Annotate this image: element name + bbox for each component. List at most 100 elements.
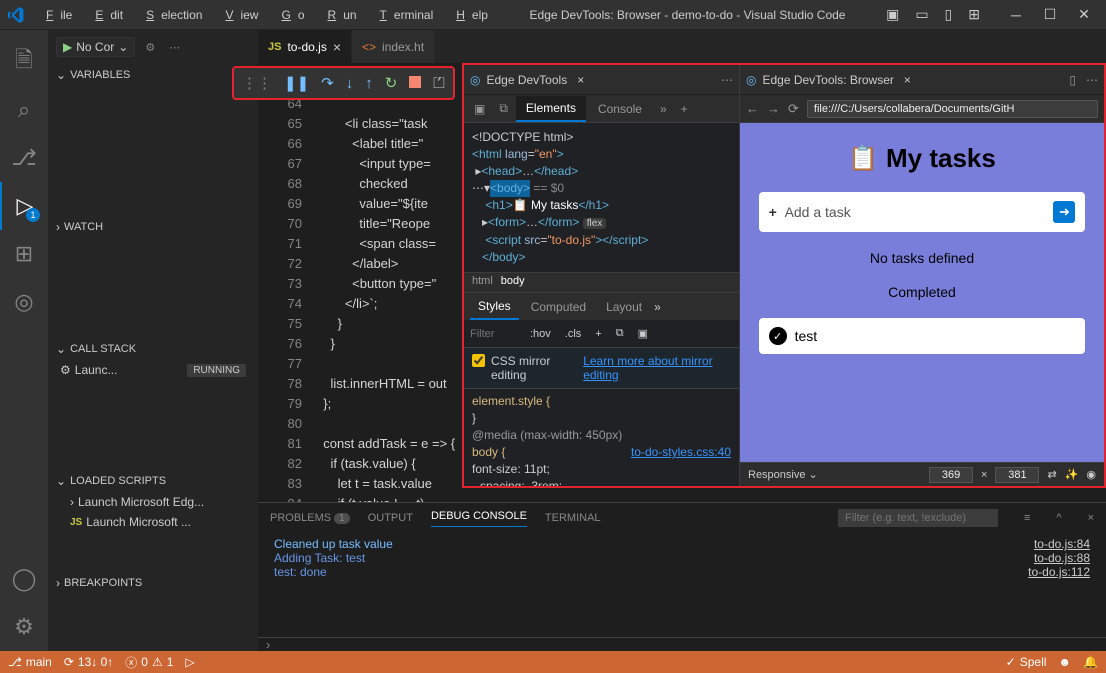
window-maximize[interactable]: ☐ — [1036, 2, 1064, 27]
url-bar[interactable] — [807, 100, 1098, 118]
pause-button[interactable]: ❚❚ — [282, 72, 311, 94]
branch-indicator[interactable]: ⎇ main — [8, 655, 52, 669]
menu-view[interactable]: View — [211, 4, 265, 26]
menu-selection[interactable]: Selection — [132, 4, 209, 26]
step-over-button[interactable]: ↷ — [319, 72, 336, 94]
add-tab-icon[interactable]: + — [675, 98, 694, 120]
mirror-learn-link[interactable]: Learn more about mirror editing — [583, 354, 731, 382]
source-link[interactable]: to-do.js:88 — [1028, 551, 1090, 565]
styles-filter-input[interactable] — [470, 328, 520, 340]
watch-header[interactable]: Watch — [48, 216, 258, 238]
console-filter-input[interactable] — [838, 509, 998, 527]
task-item[interactable]: ✓ test — [759, 318, 1086, 354]
menu-file[interactable]: File — [32, 4, 79, 26]
restart-button[interactable]: ↻ — [383, 72, 400, 94]
more-tabs-icon[interactable]: » — [654, 98, 673, 120]
rotate-icon[interactable]: ⇄ — [1047, 468, 1056, 481]
activity-scm[interactable]: ⎇ — [0, 134, 48, 182]
disconnect-button[interactable]: ⏍ — [431, 73, 446, 94]
close-icon[interactable]: × — [904, 73, 911, 87]
layout-toggle-3[interactable]: ▯ — [939, 2, 959, 27]
split-icon[interactable]: ▯ — [1069, 73, 1076, 87]
bell-icon[interactable]: 🔔 — [1083, 655, 1098, 669]
activity-search[interactable]: ⌕ — [0, 86, 48, 134]
activity-debug[interactable]: ▷1 — [0, 182, 48, 230]
loaded-script-2[interactable]: JS Launch Microsoft ... — [48, 512, 258, 532]
new-rule-icon[interactable]: + — [591, 326, 605, 342]
source-link[interactable]: to-do.js:84 — [1028, 537, 1090, 551]
menu-edit[interactable]: Edit — [81, 4, 130, 26]
variables-header[interactable]: Variables — [48, 64, 258, 86]
eye-icon[interactable]: ◉ — [1086, 468, 1096, 481]
menu-go[interactable]: Go — [267, 4, 311, 26]
more-icon[interactable]: ⋯ — [1086, 73, 1098, 87]
callstack-header[interactable]: Call Stack — [48, 338, 258, 360]
tab-computed[interactable]: Computed — [523, 295, 594, 319]
menu-terminal[interactable]: Terminal — [366, 4, 441, 26]
tab-console[interactable]: Console — [588, 97, 652, 121]
submit-task-button[interactable]: ➜ — [1053, 201, 1075, 223]
viewport-width[interactable] — [929, 467, 973, 483]
styles-rules[interactable]: element.style { } @media (max-width: 450… — [464, 389, 739, 486]
magic-icon[interactable]: ✨ — [1065, 468, 1079, 481]
tab-index-html[interactable]: <> index.ht — [352, 30, 435, 63]
close-icon[interactable]: × — [333, 39, 341, 55]
flexbox-icon[interactable]: ⧉ — [612, 325, 628, 342]
hov-toggle[interactable]: :hov — [526, 326, 555, 342]
tab-terminal[interactable]: TERMINAL — [545, 512, 601, 524]
close-icon[interactable]: × — [1088, 512, 1094, 524]
feedback-icon[interactable]: ☻ — [1058, 655, 1071, 669]
dom-tree[interactable]: <!DOCTYPE html> <html lang="en"> ▸<head>… — [464, 123, 739, 272]
nav-fwd[interactable]: → — [767, 101, 780, 116]
tab-layout[interactable]: Layout — [598, 295, 650, 319]
responsive-selector[interactable]: Responsive ⌄ — [748, 468, 818, 481]
source-link[interactable]: to-do.js:112 — [1028, 565, 1090, 579]
expand-icon[interactable]: ^ — [1056, 512, 1061, 524]
layout-toggle-1[interactable]: ▣ — [880, 2, 905, 27]
more-icon[interactable]: » — [654, 300, 661, 314]
cls-toggle[interactable]: .cls — [561, 326, 586, 342]
horizontal-scroll[interactable]: › — [258, 637, 1106, 651]
loaded-script-1[interactable]: › Launch Microsoft Edg... — [48, 492, 258, 512]
more-icon[interactable]: ⋯ — [721, 73, 733, 87]
more-icon[interactable]: ⋯ — [165, 39, 184, 56]
layout-toggle-2[interactable]: ▭ — [909, 2, 934, 27]
debug-status-icon[interactable]: ▷ — [185, 655, 194, 669]
activity-explorer[interactable]: 🗎 — [0, 38, 48, 86]
run-config-selector[interactable]: ▶ No Cor ⌄ — [56, 37, 135, 57]
nav-reload[interactable]: ⟳ — [788, 101, 799, 117]
tab-elements[interactable]: Elements — [516, 96, 586, 122]
nav-back[interactable]: ← — [746, 101, 759, 116]
inspect-icon[interactable]: ▣ — [468, 98, 491, 120]
step-out-button[interactable]: ↑ — [363, 73, 375, 94]
tab-output[interactable]: OUTPUT — [368, 512, 413, 524]
tab-problems[interactable]: PROBLEMS1 — [270, 512, 350, 524]
problems-indicator[interactable]: ⓧ 0 ⚠ 1 — [125, 654, 173, 671]
tab-todo-js[interactable]: JS to-do.js × — [258, 30, 352, 63]
activity-extensions[interactable]: ⊞ — [0, 230, 48, 278]
check-icon[interactable]: ✓ — [769, 327, 787, 345]
viewport-height[interactable] — [995, 467, 1039, 483]
window-close[interactable]: ✕ — [1070, 2, 1098, 27]
tab-debug-console[interactable]: DEBUG CONSOLE — [431, 510, 527, 527]
spell-indicator[interactable]: ✓ Spell — [1006, 655, 1047, 669]
activity-settings[interactable]: ⚙ — [0, 603, 48, 651]
callstack-item[interactable]: ⚙ Launc... RUNNING — [48, 360, 258, 380]
close-icon[interactable]: × — [577, 73, 584, 87]
loaded-scripts-header[interactable]: Loaded Scripts — [48, 470, 258, 492]
menu-run[interactable]: Run — [314, 4, 364, 26]
activity-account[interactable]: ◯ — [0, 555, 48, 603]
step-into-button[interactable]: ↓ — [344, 73, 356, 94]
stop-button[interactable] — [407, 73, 423, 94]
add-task-input[interactable]: + Add a task ➜ — [759, 192, 1086, 232]
mirror-checkbox[interactable] — [472, 354, 485, 367]
grip-icon[interactable]: ⋮⋮ — [240, 72, 274, 94]
menu-help[interactable]: Help — [442, 4, 495, 26]
tab-styles[interactable]: Styles — [470, 294, 519, 320]
sync-indicator[interactable]: ⟳ 13↓ 0↑ — [64, 655, 113, 669]
layout-customize[interactable]: ⊞ — [962, 2, 986, 27]
breakpoints-header[interactable]: Breakpoints — [48, 572, 258, 594]
gear-icon[interactable]: ⚙ — [141, 39, 159, 56]
box-icon[interactable]: ▣ — [634, 325, 652, 342]
dom-breadcrumb[interactable]: html body — [464, 272, 739, 292]
